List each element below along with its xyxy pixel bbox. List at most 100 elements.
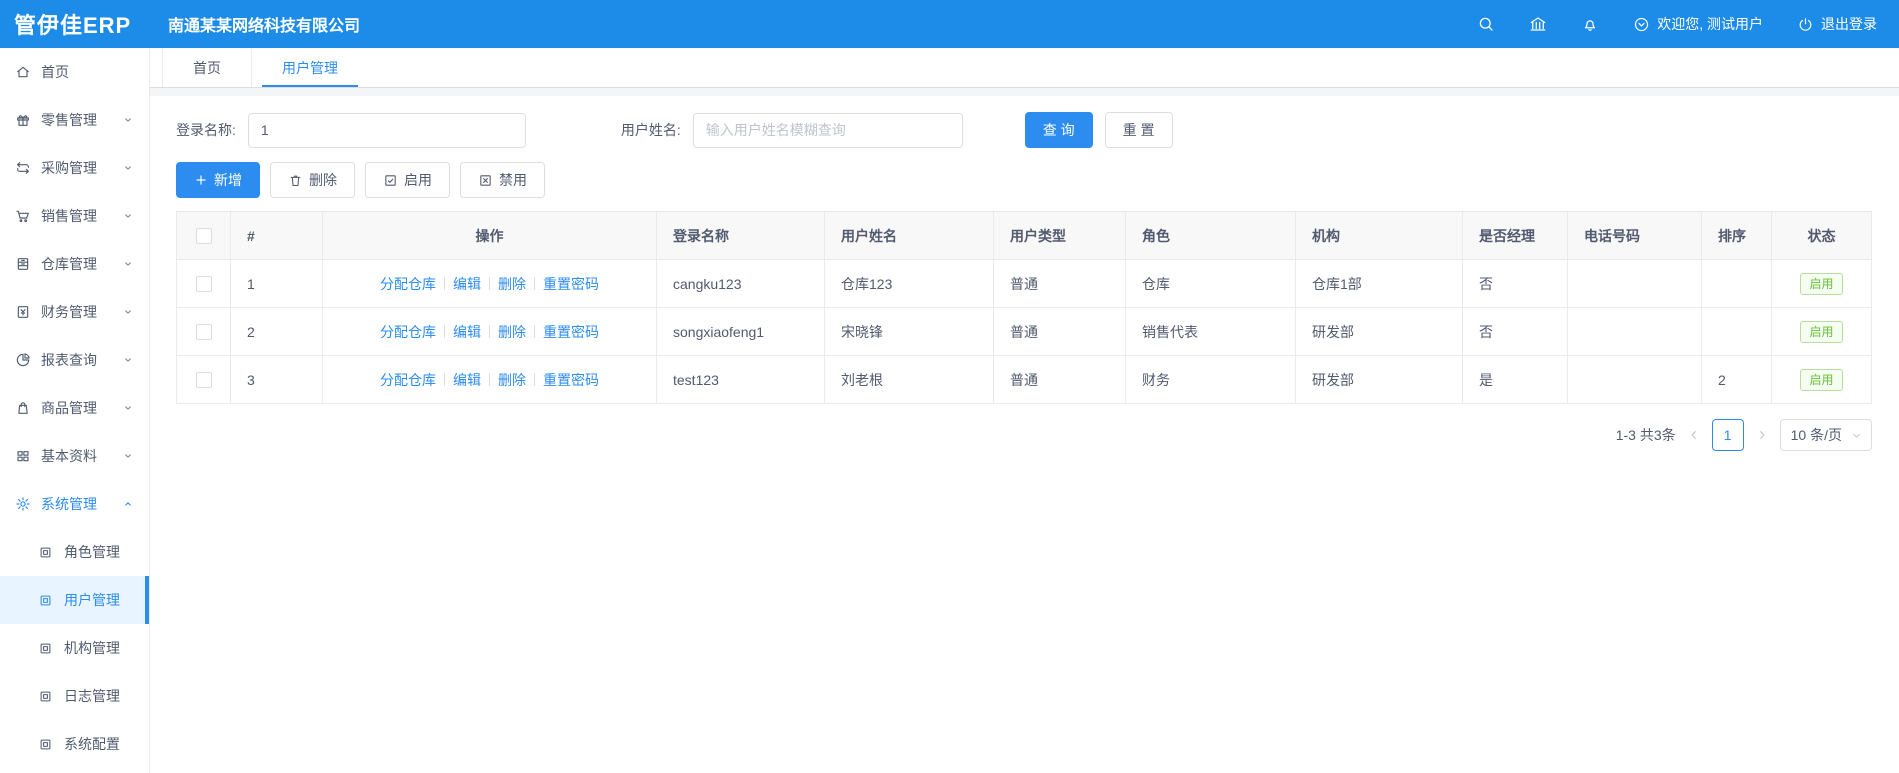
col-index: # bbox=[230, 211, 323, 260]
tab-user-management[interactable]: 用户管理 bbox=[252, 48, 368, 87]
bell-icon[interactable] bbox=[1581, 15, 1599, 33]
chevron-up-icon bbox=[121, 497, 135, 511]
col-actions: 操作 bbox=[322, 211, 657, 260]
edit-link[interactable]: 编辑 bbox=[453, 370, 481, 390]
sidebar-item-home[interactable]: 首页 bbox=[0, 48, 149, 96]
chevron-down-icon bbox=[121, 401, 135, 415]
grid-icon bbox=[15, 448, 31, 464]
add-button[interactable]: 新增 bbox=[176, 162, 260, 198]
sidebar-item-reports[interactable]: 报表查询 bbox=[0, 336, 149, 384]
cart-icon bbox=[15, 208, 31, 224]
enable-button[interactable]: 启用 bbox=[365, 162, 450, 198]
table-row: 1 分配仓库 编辑 删除 重置密码 cangku123 仓库123 普通 仓库 bbox=[176, 259, 1872, 308]
user-table: # 操作 登录名称 用户姓名 用户类型 角色 机构 是否经理 电话号码 排序 状… bbox=[176, 211, 1872, 404]
delete-link[interactable]: 删除 bbox=[498, 274, 526, 294]
chevron-right-icon bbox=[1759, 431, 1765, 439]
col-phone: 电话号码 bbox=[1567, 211, 1702, 260]
sidebar-item-users[interactable]: 用户管理 bbox=[0, 576, 149, 624]
chevron-down-icon bbox=[121, 209, 135, 223]
sidebar-item-orgs[interactable]: 机构管理 bbox=[0, 624, 149, 672]
user-name-input[interactable] bbox=[692, 112, 963, 148]
col-org: 机构 bbox=[1295, 211, 1463, 260]
reset-password-link[interactable]: 重置密码 bbox=[543, 322, 599, 342]
gift-icon bbox=[15, 112, 31, 128]
chevron-down-icon bbox=[121, 449, 135, 463]
cabinet-icon bbox=[15, 256, 31, 272]
select-all-checkbox[interactable] bbox=[195, 228, 212, 245]
logout-button[interactable]: 退出登录 bbox=[1797, 14, 1877, 34]
row-checkbox[interactable] bbox=[195, 372, 212, 389]
main-area: 首页 用户管理 登录名称: 用户姓名: 查 询 重 置 新增 bbox=[150, 48, 1899, 773]
user-menu[interactable]: 欢迎您, 测试用户 bbox=[1633, 14, 1763, 34]
logout-icon bbox=[1799, 17, 1812, 31]
sidebar-item-basicdata[interactable]: 基本资料 bbox=[0, 432, 149, 480]
next-page-button[interactable] bbox=[1754, 427, 1770, 443]
search-icon[interactable] bbox=[1477, 15, 1495, 33]
assign-warehouse-link[interactable]: 分配仓库 bbox=[380, 370, 436, 390]
row-checkbox[interactable] bbox=[195, 324, 212, 341]
sidebar-item-goods[interactable]: 商品管理 bbox=[0, 384, 149, 432]
doc-icon bbox=[38, 545, 54, 560]
sidebar-item-system[interactable]: 系统管理 bbox=[0, 480, 149, 528]
doc-icon bbox=[38, 737, 54, 752]
table-row: 3 分配仓库 编辑 删除 重置密码 test123 刘老根 普通 财务 研发部 … bbox=[176, 355, 1872, 404]
delete-link[interactable]: 删除 bbox=[498, 322, 526, 342]
chevron-down-icon bbox=[121, 161, 135, 175]
assign-warehouse-link[interactable]: 分配仓库 bbox=[380, 274, 436, 294]
edit-link[interactable]: 编辑 bbox=[453, 274, 481, 294]
col-role: 角色 bbox=[1125, 211, 1296, 260]
sidebar-item-finance[interactable]: 财务管理 bbox=[0, 288, 149, 336]
sidebar-item-warehouse[interactable]: 仓库管理 bbox=[0, 240, 149, 288]
tab-bar: 首页 用户管理 bbox=[150, 48, 1899, 88]
sidebar-item-config[interactable]: 系统配置 bbox=[0, 720, 149, 768]
page-size-select[interactable]: 10 条/页 bbox=[1779, 419, 1872, 451]
tab-home[interactable]: 首页 bbox=[162, 48, 252, 87]
col-login: 登录名称 bbox=[656, 211, 825, 260]
delete-link[interactable]: 删除 bbox=[498, 370, 526, 390]
x-square-icon bbox=[480, 174, 491, 186]
doc-icon bbox=[38, 641, 54, 656]
content-card: 登录名称: 用户姓名: 查 询 重 置 新增 删除 bbox=[150, 96, 1899, 773]
login-name-input[interactable] bbox=[247, 112, 526, 148]
row-checkbox[interactable] bbox=[195, 276, 212, 293]
app-logo: 管伊佳ERP bbox=[14, 13, 132, 38]
toolbar: 新增 删除 启用 禁用 bbox=[176, 162, 1872, 198]
chevron-down-icon bbox=[121, 305, 135, 319]
disable-button[interactable]: 禁用 bbox=[460, 162, 545, 198]
col-type: 用户类型 bbox=[993, 211, 1126, 260]
chevron-down-icon bbox=[121, 353, 135, 367]
sidebar-item-logs[interactable]: 日志管理 bbox=[0, 672, 149, 720]
logout-label: 退出登录 bbox=[1821, 16, 1877, 32]
plus-icon bbox=[196, 175, 206, 185]
gear-icon bbox=[15, 496, 31, 512]
chevron-down-icon bbox=[1853, 433, 1860, 438]
col-sort: 排序 bbox=[1701, 211, 1772, 260]
col-name: 用户姓名 bbox=[824, 211, 994, 260]
user-name-label: 用户姓名: bbox=[620, 122, 681, 138]
table-header-row: # 操作 登录名称 用户姓名 用户类型 角色 机构 是否经理 电话号码 排序 状… bbox=[176, 211, 1872, 260]
doc-icon bbox=[38, 593, 54, 608]
bag-icon bbox=[15, 400, 31, 416]
prev-page-button[interactable] bbox=[1686, 427, 1702, 443]
chevron-down-icon bbox=[121, 257, 135, 271]
table-row: 2 分配仓库 编辑 删除 重置密码 songxiaofeng1 宋晓锋 普通 销… bbox=[176, 307, 1872, 356]
header-actions: 欢迎您, 测试用户 退出登录 bbox=[1477, 14, 1899, 34]
reset-button[interactable]: 重 置 bbox=[1104, 112, 1173, 148]
chevron-down-icon bbox=[121, 113, 135, 127]
sidebar-item-retail[interactable]: 零售管理 bbox=[0, 96, 149, 144]
sidebar-item-sales[interactable]: 销售管理 bbox=[0, 192, 149, 240]
sidebar: 首页 零售管理 采购管理 销售管理 仓库管理 财务管理 报表查询 商品管理 基本… bbox=[0, 48, 150, 773]
swap-arrows-icon bbox=[15, 160, 31, 176]
delete-button[interactable]: 删除 bbox=[270, 162, 355, 198]
page-number-button[interactable]: 1 bbox=[1711, 419, 1744, 451]
login-name-label: 登录名称: bbox=[176, 122, 236, 138]
check-square-icon bbox=[385, 174, 396, 186]
reset-password-link[interactable]: 重置密码 bbox=[543, 370, 599, 390]
sidebar-item-purchase[interactable]: 采购管理 bbox=[0, 144, 149, 192]
search-button[interactable]: 查 询 bbox=[1024, 112, 1093, 148]
sidebar-item-roles[interactable]: 角色管理 bbox=[0, 528, 149, 576]
assign-warehouse-link[interactable]: 分配仓库 bbox=[380, 322, 436, 342]
edit-link[interactable]: 编辑 bbox=[453, 322, 481, 342]
reset-password-link[interactable]: 重置密码 bbox=[543, 274, 599, 294]
bank-icon[interactable] bbox=[1529, 15, 1547, 33]
